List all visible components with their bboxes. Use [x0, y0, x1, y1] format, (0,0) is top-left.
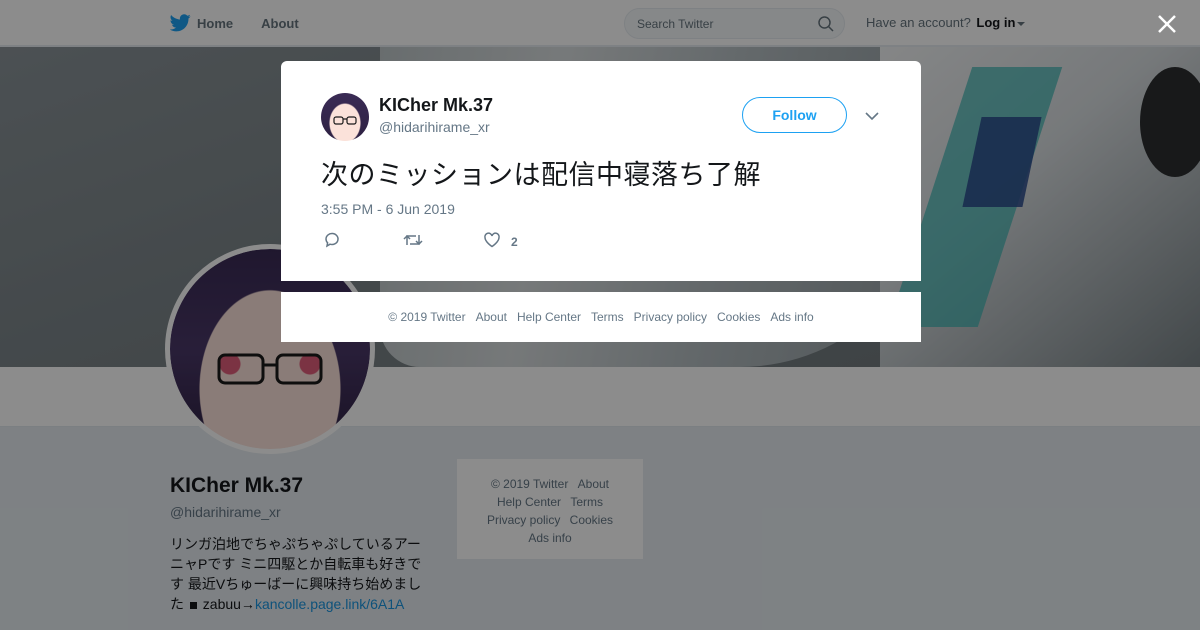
- retweet-icon: [403, 231, 423, 254]
- like-button[interactable]: 2: [483, 231, 518, 254]
- tweet-modal: KICher Mk.37 @hidarihirame_xr Follow 次のミ…: [281, 61, 921, 281]
- reply-button[interactable]: [323, 232, 341, 252]
- modal-footer-terms[interactable]: Terms: [591, 310, 624, 324]
- heart-icon: [483, 231, 501, 254]
- close-icon[interactable]: [1155, 12, 1179, 36]
- follow-button[interactable]: Follow: [742, 97, 847, 133]
- like-count: 2: [511, 235, 518, 249]
- tweet-author-avatar[interactable]: [321, 93, 369, 141]
- tweet-author-name[interactable]: KICher Mk.37: [379, 95, 493, 116]
- modal-footer-privacy[interactable]: Privacy policy: [634, 310, 707, 324]
- tweet-author-handle[interactable]: @hidarihirame_xr: [379, 119, 490, 135]
- tweet-avatar-glasses: [333, 116, 357, 125]
- modal-footer-copyright: © 2019 Twitter: [388, 310, 466, 324]
- modal-footer-about[interactable]: About: [476, 310, 507, 324]
- tweet-timestamp[interactable]: 3:55 PM - 6 Jun 2019: [321, 201, 455, 217]
- tweet-text: 次のミッションは配信中寝落ち了解: [321, 160, 761, 191]
- modal-footer: © 2019 Twitter About Help Center Terms P…: [281, 292, 921, 342]
- modal-footer-help-center[interactable]: Help Center: [517, 310, 581, 324]
- chevron-down-icon[interactable]: [865, 108, 879, 126]
- retweet-button[interactable]: [403, 232, 423, 252]
- modal-footer-cookies[interactable]: Cookies: [717, 310, 760, 324]
- modal-footer-ads-info[interactable]: Ads info: [770, 310, 813, 324]
- tweet-actions: 2: [321, 231, 581, 254]
- reply-icon: [323, 231, 341, 254]
